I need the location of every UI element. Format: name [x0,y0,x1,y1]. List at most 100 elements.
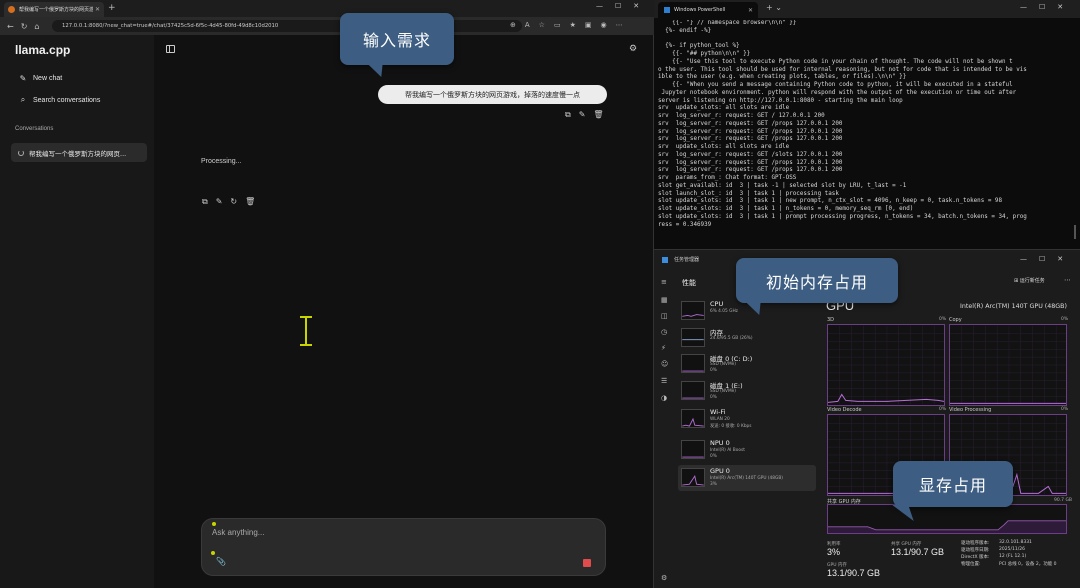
favorite-icon[interactable]: ☆ [539,21,545,29]
browser-tab[interactable]: 帮我编写一个俄罗斯方块的网页游... ✕ [4,2,104,17]
perf-item-name: NPU 0 [710,439,730,447]
terminal-line: srv update_slots: all slots are idle [658,105,790,112]
chat-sidebar [0,35,154,588]
maximize-icon[interactable]: ☐ [1039,3,1045,11]
terminal-line: {{- "Use this tool to execute Python cod… [658,58,1013,65]
copy-icon[interactable]: ⧉ [202,197,208,207]
more-icon[interactable]: ⋯ [616,21,623,29]
terminal-output[interactable]: {{- "} // namespace browser\n\n" }} {%- … [658,20,1076,229]
close-window-icon[interactable]: ✕ [1057,255,1063,263]
zoom-icon[interactable]: ⊕ [510,21,516,29]
new-tab-icon[interactable]: + ⌄ [766,3,782,12]
details-icon[interactable]: ☰ [661,377,667,385]
edit-message-icon[interactable]: ✎ [216,197,223,207]
browser-tabbar: 帮我编写一个俄罗斯方块的网页游... ✕ + — ☐ ✕ [0,0,654,17]
minimize-icon[interactable]: — [596,2,603,10]
terminal-line: slot update_slots: id 3 | task 1 | n_tok… [658,206,914,212]
perf-item-npu-0[interactable]: NPU 0 Intel(R) AI Boost 0% [678,437,816,463]
callout-input: 输入需求 [340,13,454,77]
collections-icon[interactable]: ▣ [585,21,592,29]
settings-gear-icon[interactable]: ⚙ [629,44,637,54]
more-options-icon[interactable]: ⋯ [1064,276,1071,284]
terminal-line: srv log_server_r: request: GET / 127.0.0… [658,113,825,119]
engine-graph-label[interactable]: 3D [827,317,834,323]
powershell-tab[interactable]: Windows PowerShell ✕ [658,2,758,18]
driver-info-value: PCI 总线 0，设备 2，功能 0 [999,562,1057,567]
reload-icon[interactable]: ↻ [21,22,28,31]
startup-icon[interactable]: ⚡ [661,344,666,352]
profile-icon[interactable]: ◉ [600,21,606,29]
callout-memory: 初始内存占用 [736,258,898,315]
terminal-scrollbar[interactable] [1074,225,1076,239]
delete-icon[interactable]: 🗑 [593,110,603,120]
browser-window: 帮我编写一个俄罗斯方块的网页游... ✕ + — ☐ ✕ ← ↻ ⌂ 127.0… [0,0,654,588]
perf-item--0-c-d[interactable]: 磁盘 0 (C: D:) SSD (NVMe) 0% [678,351,816,377]
app-history-icon[interactable]: ◷ [661,328,667,336]
edit-message-icon[interactable]: ✎ [579,110,586,120]
gpu-model: Intel(R) Arc(TM) 140T GPU (48GB) [960,303,1067,310]
powershell-tab-title: Windows PowerShell [674,7,726,13]
back-icon[interactable]: ← [7,22,14,31]
copy-icon[interactable]: ⧉ [565,110,571,120]
processes-icon[interactable]: ▦ [661,296,668,304]
terminal-line: Jupyter notebook environment. python wil… [658,89,1017,96]
run-new-task-button[interactable]: ⊞ 运行新任务 [1014,277,1045,284]
engine-graph-label[interactable]: Copy [949,317,962,323]
perf-item-[interactable]: 内存 24.6/95.5 GB (26%) [678,325,816,351]
close-window-icon[interactable]: ✕ [633,2,639,10]
terminal-line: ible to the user (e.g. when creating plo… [658,74,907,81]
delete-icon[interactable]: 🗑 [245,197,255,207]
perf-thumbnail-graph [681,468,705,487]
utilization-value: 3% [827,547,841,557]
engine-graph-label[interactable]: Video Processing [949,407,991,413]
perf-item-gpu-0[interactable]: GPU 0 Intel(R) Arc(TM) 140T GPU (48GB) 3% [678,465,816,491]
terminal-line: srv log_server_r: request: GET /props 12… [658,128,843,135]
new-tab-icon[interactable]: + [108,3,116,13]
engine-graph-pct: 0% [939,407,947,412]
gpu-memory-value: 13.1/90.7 GB [827,568,881,578]
close-window-icon[interactable]: ✕ [1057,3,1063,11]
cursor-marker-icon [211,551,215,555]
close-tab-icon[interactable]: ✕ [748,7,753,14]
terminal-line: slot launch_slot_: id 3 | task 1 | proce… [658,190,839,197]
engine-graph-label[interactable]: Video Decode [827,407,862,413]
task-manager-nav: ≡ ▦ ◫ ◷ ⚡ ☺ ☰ ◑ ⚙ [654,272,676,588]
minimize-icon[interactable]: — [1020,3,1027,11]
terminal-line: {{- "When you send a message containing … [658,82,1013,88]
perf-item-usage: 0% [710,454,717,459]
driver-info-key: 驱动程序日期: [961,548,990,553]
powershell-tabbar: Windows PowerShell ✕ + ⌄ — ☐ ✕ [654,0,1080,18]
stop-button[interactable] [583,559,591,567]
maximize-icon[interactable]: ☐ [615,2,621,10]
split-screen-icon[interactable]: ▭ [554,21,561,29]
address-bar: ← ↻ ⌂ 127.0.0.1:8080/?new_chat=true#/cha… [0,17,654,35]
new-chat-label: New chat [33,75,63,82]
terminal-line: {{- "} // namespace browser\n\n" }} [658,20,797,26]
favorites-icon[interactable]: ★ [570,21,576,29]
settings-icon[interactable]: ⚙ [661,574,667,582]
search-conversations-button[interactable]: ⌕ Search conversations [19,95,101,105]
regenerate-icon[interactable]: ↻ [230,197,237,207]
attach-icon[interactable]: 📎 [216,557,226,566]
new-chat-button[interactable]: ✎ New chat [19,74,63,83]
performance-icon[interactable]: ◫ [661,312,668,320]
perf-item-detail: Intel(R) AI Boost [710,448,745,453]
close-tab-icon[interactable]: ✕ [95,6,100,13]
menu-icon[interactable]: ≡ [661,278,667,286]
minimize-icon[interactable]: — [1020,255,1027,263]
toggle-sidebar-icon[interactable] [166,45,175,53]
terminal-line: slot update_slots: id 3 | task 1 | promp… [658,213,1027,220]
task-manager-icon [662,256,668,263]
perf-item--1-e[interactable]: 磁盘 1 (E:) SSD (NVMe) 0% [678,378,816,404]
chat-input[interactable] [212,525,592,539]
user-message-bubble: 帮我编写一个俄罗斯方块的网页游戏，掉落的速度慢一点 [378,85,607,104]
services-icon[interactable]: ◑ [661,394,667,402]
maximize-icon[interactable]: ☐ [1039,255,1045,263]
read-aloud-icon[interactable]: A [525,21,530,29]
perf-item-wi-fi[interactable]: Wi-Fi WLAN 20 发送: 0 接收: 0 Kbps [678,406,816,432]
conversation-item[interactable]: 帮我编写一个俄罗斯方块的网页... [11,143,147,162]
users-icon[interactable]: ☺ [661,360,668,368]
home-icon[interactable]: ⌂ [34,22,39,31]
performance-heading: 性能 [682,279,696,287]
